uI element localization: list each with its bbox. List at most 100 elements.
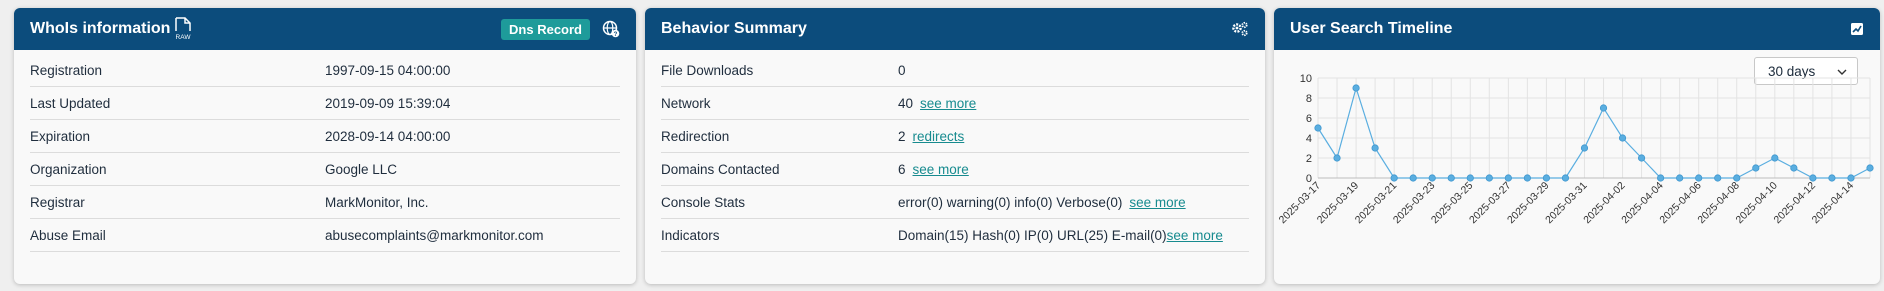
data-point xyxy=(1504,174,1512,182)
data-point xyxy=(1866,164,1874,172)
search-timeline-chart: 02468102025-03-172025-03-192025-03-21202… xyxy=(1277,73,1874,227)
timeline-card: User Search Timeline 30 days 0 2 4 6 8 10 2025… xyxy=(1274,8,1880,284)
whois-value: abusecomplaints@markmonitor.com xyxy=(325,227,544,243)
behavior-link[interactable]: redirects xyxy=(913,129,965,144)
whois-value: Google LLC xyxy=(325,161,398,177)
data-point xyxy=(1352,84,1360,92)
data-point xyxy=(1371,144,1379,152)
whois-value-cell: 2019-09-09 15:39:04 xyxy=(325,96,450,111)
y-tick-label: 8 xyxy=(1306,93,1312,105)
whois-label: Expiration xyxy=(30,128,91,144)
data-point xyxy=(1409,174,1417,182)
data-point xyxy=(1790,164,1798,172)
whois-row: Organization Google LLC xyxy=(30,153,620,186)
data-point xyxy=(1561,174,1570,182)
raw-file-icon[interactable]: RAW xyxy=(174,17,192,41)
series-line xyxy=(1317,85,1871,179)
whois-value-cell: MarkMonitor, Inc. xyxy=(325,195,429,210)
whois-value-cell: Google LLC xyxy=(325,162,397,177)
behavior-row: File Downloads 0 xyxy=(661,54,1249,87)
behavior-header: Behavior Summary xyxy=(645,8,1265,50)
behavior-value-cell: Domain(15) Hash(0) IP(0) URL(25) E-mail(… xyxy=(898,228,1223,243)
behavior-card: Behavior Summary File Downloads 0 Network 4… xyxy=(645,8,1265,284)
whois-row: Registration 1997-09-15 04:00:00 xyxy=(30,54,620,87)
whois-rows: Registration 1997-09-15 04:00:00 Last Upda… xyxy=(14,50,636,252)
behavior-row: Domains Contacted 6 see more xyxy=(661,153,1249,186)
data-point xyxy=(1580,144,1589,152)
whois-value-cell: abusecomplaints@markmonitor.com xyxy=(325,228,544,243)
behavior-rows: File Downloads 0 Network 40 see more Redirect… xyxy=(645,50,1265,252)
data-point xyxy=(1752,164,1760,172)
whois-title: WhoIs information xyxy=(30,20,171,37)
whois-value: 1997-09-15 04:00:00 xyxy=(325,62,451,78)
behavior-label: Indicators xyxy=(661,227,720,243)
data-point xyxy=(1447,174,1455,182)
data-point xyxy=(1637,154,1646,162)
behavior-link[interactable]: see more xyxy=(920,96,976,111)
behavior-value: 40 xyxy=(898,95,914,111)
whois-value: MarkMonitor, Inc. xyxy=(325,194,429,210)
data-point xyxy=(1390,174,1398,182)
whois-value-cell: 2028-09-14 04:00:00 xyxy=(325,129,450,144)
behavior-value-cell: 2 redirects xyxy=(898,129,964,144)
whois-label: Last Updated xyxy=(30,95,111,111)
data-point xyxy=(1485,174,1493,182)
behavior-link[interactable]: see more xyxy=(1129,195,1185,210)
whois-card: WhoIs information RAW Dns Record ? Regis… xyxy=(14,8,636,284)
globe-help-icon[interactable]: ? xyxy=(602,20,620,38)
whois-row: Registrar MarkMonitor, Inc. xyxy=(30,186,620,219)
raw-label: RAW xyxy=(176,34,192,41)
data-point xyxy=(1695,174,1703,182)
behavior-row: Console Stats error(0) warning(0) info(0)… xyxy=(661,186,1249,219)
behavior-link[interactable]: see more xyxy=(1167,228,1223,243)
data-point xyxy=(1771,154,1779,162)
whois-value-cell: 1997-09-15 04:00:00 xyxy=(325,63,450,78)
whois-header: WhoIs information RAW Dns Record ? xyxy=(14,8,636,50)
dns-record-button[interactable]: Dns Record xyxy=(501,18,590,40)
whois-label: Abuse Email xyxy=(30,227,106,243)
behavior-label: Domains Contacted xyxy=(661,161,780,177)
data-point xyxy=(1542,174,1551,182)
data-point xyxy=(1828,174,1836,182)
whois-value: 2028-09-14 04:00:00 xyxy=(325,128,451,144)
data-point xyxy=(1714,174,1722,182)
data-point xyxy=(1466,174,1474,182)
behavior-value: 6 xyxy=(898,161,906,177)
data-point xyxy=(1428,174,1436,182)
behavior-value: 2 xyxy=(898,128,906,144)
x-tick-label: 2025-04-14 xyxy=(1810,180,1857,227)
behavior-value: Domain(15) Hash(0) IP(0) URL(25) E-mail(… xyxy=(898,227,1167,243)
y-tick-label: 10 xyxy=(1300,73,1312,85)
behavior-row: Network 40 see more xyxy=(661,87,1249,120)
whois-row: Last Updated 2019-09-09 15:39:04 xyxy=(30,87,620,120)
whois-value: 2019-09-09 15:39:04 xyxy=(325,95,451,111)
behavior-value-cell: 6 see more xyxy=(898,162,969,177)
whois-label: Organization xyxy=(30,161,107,177)
behavior-label: Console Stats xyxy=(661,194,746,210)
data-point xyxy=(1809,174,1817,182)
behavior-link[interactable]: see more xyxy=(913,162,969,177)
behavior-value: error(0) warning(0) info(0) Verbose(0) xyxy=(898,194,1123,210)
whois-label: Registrar xyxy=(30,194,85,210)
data-point xyxy=(1333,154,1341,162)
data-point xyxy=(1657,174,1665,182)
behavior-row: Indicators Domain(15) Hash(0) IP(0) URL(2… xyxy=(661,219,1249,252)
behavior-value-cell: 40 see more xyxy=(898,96,976,111)
gears-icon[interactable] xyxy=(1231,21,1249,37)
data-point xyxy=(1676,174,1684,182)
y-tick-label: 6 xyxy=(1306,113,1312,125)
data-point xyxy=(1733,174,1741,182)
behavior-label: File Downloads xyxy=(661,62,754,78)
data-point xyxy=(1523,174,1531,182)
behavior-value-cell: 0 xyxy=(898,63,906,78)
behavior-title: Behavior Summary xyxy=(661,20,807,37)
whois-row: Expiration 2028-09-14 04:00:00 xyxy=(30,120,620,153)
behavior-row: Redirection 2 redirects xyxy=(661,120,1249,153)
whois-label: Registration xyxy=(30,62,103,78)
data-point xyxy=(1847,174,1855,182)
data-point xyxy=(1314,124,1322,132)
whois-row: Abuse Email abusecomplaints@markmonitor.c… xyxy=(30,219,620,252)
behavior-value-cell: error(0) warning(0) info(0) Verbose(0) se… xyxy=(898,195,1186,210)
y-tick-label: 4 xyxy=(1306,133,1312,145)
behavior-value: 0 xyxy=(898,62,906,78)
